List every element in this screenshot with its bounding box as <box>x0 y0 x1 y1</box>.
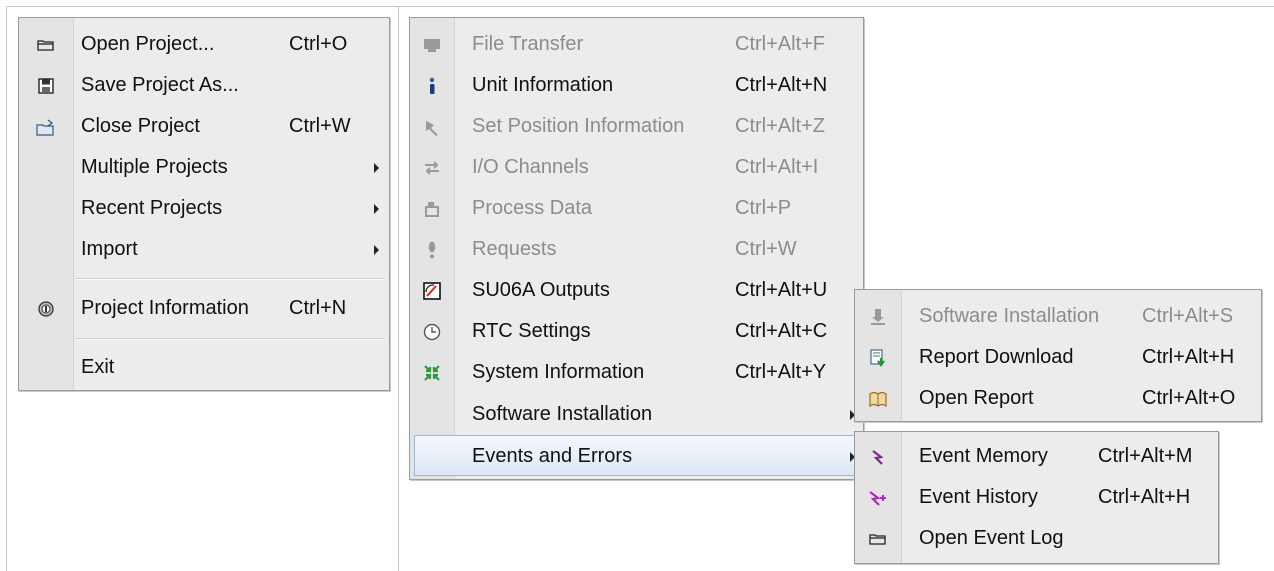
menu-item-shortcut: Ctrl+Alt+O <box>1142 387 1236 409</box>
menu-item-multiple-projects[interactable]: Multiple Projects <box>19 147 389 188</box>
menu-item-set-position-information[interactable]: Set Position Information Ctrl+Alt+Z <box>410 106 863 147</box>
menu-item-events-and-errors[interactable]: Events and Errors <box>414 435 859 476</box>
menu-item-open-event-log[interactable]: Open Event Log <box>855 518 1218 559</box>
menu-item-io-channels[interactable]: I/O Channels Ctrl+Alt+I <box>410 147 863 188</box>
menu-item-open-report[interactable]: Open Report Ctrl+Alt+O <box>855 378 1261 419</box>
menu-item-software-installation[interactable]: Software Installation <box>410 394 863 435</box>
menu-item-label: Event Memory <box>919 445 1048 467</box>
menu-item-shortcut: Ctrl+N <box>289 297 347 319</box>
exclamation-icon <box>410 229 454 270</box>
menu-item-shortcut: Ctrl+W <box>735 238 797 260</box>
io-arrows-icon <box>410 147 454 188</box>
software-installation-submenu: Software Installation Ctrl+Alt+S Report … <box>854 289 1262 422</box>
process-data-icon <box>410 188 454 229</box>
menu-item-shortcut: Ctrl+Alt+N <box>735 74 828 96</box>
menu-item-label: Exit <box>81 356 115 378</box>
install-icon <box>855 296 901 337</box>
folder-open-icon <box>855 518 901 559</box>
frame-divider-line <box>398 6 399 571</box>
menu-item-import[interactable]: Import <box>19 229 389 270</box>
menu-item-report-download[interactable]: Report Download Ctrl+Alt+H <box>855 337 1261 378</box>
menu-item-requests[interactable]: Requests Ctrl+W <box>410 229 863 270</box>
menu-item-save-project-as[interactable]: Save Project As... <box>19 65 389 106</box>
menu-item-label: Recent Projects <box>81 197 223 219</box>
menu-item-label: Event History <box>919 486 1038 508</box>
menu-item-shortcut: Ctrl+Alt+Z <box>735 115 826 137</box>
menu-item-shortcut: Ctrl+Alt+F <box>735 33 826 55</box>
submenu-arrow-icon <box>374 163 379 173</box>
menu-item-label: Open Event Log <box>919 527 1064 549</box>
info-icon <box>410 65 454 106</box>
menu-item-shortcut: Ctrl+P <box>735 197 792 219</box>
report-download-icon <box>855 337 901 378</box>
menu-item-label: Requests <box>472 238 557 260</box>
menu-item-label: Close Project <box>81 115 200 137</box>
events-and-errors-submenu: Event Memory Ctrl+Alt+M Event History Ct… <box>854 431 1219 564</box>
gauge-icon <box>410 270 454 311</box>
menu-item-label: Process Data <box>472 197 593 219</box>
menu-item-label: SU06A Outputs <box>472 279 610 301</box>
menu-item-rtc-settings[interactable]: RTC Settings Ctrl+Alt+C <box>410 311 863 352</box>
folder-close-icon <box>19 106 73 147</box>
file-menu: Open Project... Ctrl+O Save Project As..… <box>18 17 390 391</box>
menu-item-process-data[interactable]: Process Data Ctrl+P <box>410 188 863 229</box>
folder-open-icon <box>19 24 73 65</box>
menu-item-shortcut: Ctrl+Alt+I <box>735 156 819 178</box>
menu-item-label: Open Report <box>919 387 1034 409</box>
menu-item-label: Multiple Projects <box>81 156 228 178</box>
system-arrows-icon <box>410 352 454 393</box>
menu-item-event-history[interactable]: Event History Ctrl+Alt+H <box>855 477 1218 518</box>
project-info-icon <box>19 288 73 329</box>
pin-icon <box>410 106 454 147</box>
menu-item-shortcut: Ctrl+Alt+H <box>1142 346 1235 368</box>
menu-item-recent-projects[interactable]: Recent Projects <box>19 188 389 229</box>
menu-separator <box>75 338 385 340</box>
menu-item-label: Report Download <box>919 346 1074 368</box>
menu-item-shortcut: Ctrl+Alt+S <box>1142 305 1234 327</box>
event-history-icon <box>855 477 901 518</box>
file-transfer-icon <box>410 24 454 65</box>
clock-icon <box>410 311 454 352</box>
menu-separator <box>75 278 385 280</box>
menu-item-file-transfer[interactable]: File Transfer Ctrl+Alt+F <box>410 24 863 65</box>
menu-item-software-installation-action[interactable]: Software Installation Ctrl+Alt+S <box>855 296 1261 337</box>
menu-item-unit-information[interactable]: Unit Information Ctrl+Alt+N <box>410 65 863 106</box>
menu-item-label: Open Project... <box>81 33 215 55</box>
save-floppy-icon <box>19 65 73 106</box>
event-memory-icon <box>855 436 901 477</box>
menu-item-open-project[interactable]: Open Project... Ctrl+O <box>19 24 389 65</box>
menu-item-shortcut: Ctrl+Alt+H <box>1098 486 1191 508</box>
frame-top-line <box>6 6 1274 7</box>
menu-item-system-information[interactable]: System Information Ctrl+Alt+Y <box>410 352 863 393</box>
submenu-arrow-icon <box>374 204 379 214</box>
menu-item-label: RTC Settings <box>472 320 591 342</box>
submenu-arrow-icon <box>374 245 379 255</box>
menu-item-label: I/O Channels <box>472 156 589 178</box>
menu-item-shortcut: Ctrl+O <box>289 33 348 55</box>
menu-item-shortcut: Ctrl+Alt+M <box>1098 445 1193 467</box>
menu-item-label: Events and Errors <box>472 445 633 467</box>
menu-item-close-project[interactable]: Close Project Ctrl+W <box>19 106 389 147</box>
menu-item-label: Software Installation <box>472 403 653 425</box>
menu-item-shortcut: Ctrl+W <box>289 115 351 137</box>
frame-left-line <box>6 6 7 571</box>
menu-item-label: File Transfer <box>472 33 584 55</box>
menu-item-label: Project Information <box>81 297 249 319</box>
menu-item-shortcut: Ctrl+Alt+Y <box>735 361 827 383</box>
menu-item-label: Set Position Information <box>472 115 685 137</box>
menu-item-event-memory[interactable]: Event Memory Ctrl+Alt+M <box>855 436 1218 477</box>
menu-item-label: Import <box>81 238 138 260</box>
menu-item-project-information[interactable]: Project Information Ctrl+N <box>19 288 389 329</box>
menu-item-label: Software Installation <box>919 305 1100 327</box>
menu-item-label: Save Project As... <box>81 74 239 96</box>
open-report-icon <box>855 378 901 419</box>
menu-item-shortcut: Ctrl+Alt+U <box>735 279 828 301</box>
unit-menu: File Transfer Ctrl+Alt+F Unit Informatio… <box>409 17 864 480</box>
menu-item-label: System Information <box>472 361 645 383</box>
menu-item-shortcut: Ctrl+Alt+C <box>735 320 828 342</box>
menu-item-label: Unit Information <box>472 74 614 96</box>
menu-item-su06a-outputs[interactable]: SU06A Outputs Ctrl+Alt+U <box>410 270 863 311</box>
menu-item-exit[interactable]: Exit <box>19 347 389 388</box>
